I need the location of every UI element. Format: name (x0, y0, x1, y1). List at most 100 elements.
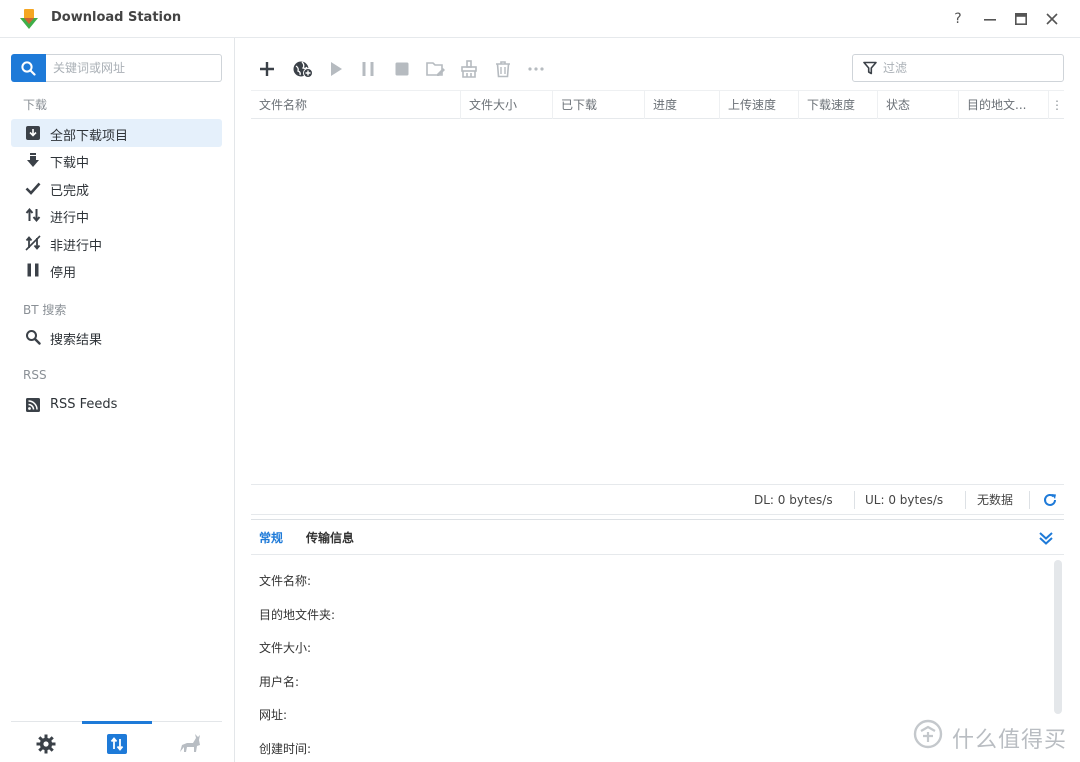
status-divider (965, 491, 966, 509)
stop-icon (395, 62, 409, 76)
inactive-icon (25, 235, 41, 251)
status-divider (854, 491, 855, 509)
download-grid-header: 文件名称 文件大小 已下载 进度 上传速度 下载速度 状态 目的地文... ⋮ (251, 90, 1064, 119)
filter-input[interactable] (883, 55, 1059, 81)
arrow-down-icon (27, 153, 39, 167)
add-url-button[interactable] (291, 58, 313, 80)
sidebar-item-active[interactable]: 进行中 (11, 201, 222, 229)
watermark-logo-icon (913, 719, 943, 749)
maximize-button[interactable] (1011, 9, 1031, 29)
field-label-created-time: 创建时间: (259, 742, 312, 756)
search-icon (21, 61, 36, 76)
no-data-status: 无数据 (977, 493, 1014, 507)
tab-general[interactable]: 常规 (259, 529, 283, 546)
tab-transfer-info[interactable]: 传输信息 (306, 529, 354, 546)
edit-destination-button[interactable] (424, 58, 446, 80)
more-button[interactable] (525, 58, 547, 80)
sidebar-item-label: 停用 (50, 266, 77, 281)
sidebar-item-completed[interactable]: 已完成 (11, 174, 222, 202)
more-icon (528, 67, 544, 71)
globe-add-icon (293, 61, 313, 78)
column-header-upload-speed[interactable]: 上传速度 (720, 91, 799, 119)
add-icon (260, 62, 274, 76)
sidebar-item-paused[interactable]: 停用 (11, 256, 222, 284)
transfer-tab-button[interactable] (82, 721, 152, 762)
stop-button[interactable] (391, 58, 413, 80)
sidebar-item-rss-feeds[interactable]: RSS Feeds (11, 391, 222, 419)
settings-button[interactable] (11, 722, 81, 762)
download-speed-status: DL: 0 bytes/s (754, 493, 833, 507)
help-button[interactable]: ? (948, 9, 968, 29)
sidebar: 下载 全部下载项目 下载中 已完成 进行中 非进行 (0, 38, 235, 762)
broom-icon (461, 60, 477, 78)
resume-button[interactable] (325, 58, 347, 80)
field-label-file-size: 文件大小: (259, 641, 312, 655)
keyword-url-input[interactable] (46, 54, 222, 82)
field-label-file-name: 文件名称: (259, 574, 312, 588)
pause-icon (27, 263, 39, 277)
close-icon (1046, 13, 1058, 25)
field-label-url: 网址: (259, 708, 288, 722)
status-divider (1029, 491, 1030, 509)
download-grid-body[interactable] (251, 119, 1064, 484)
minimize-icon (984, 19, 996, 21)
add-button[interactable] (256, 58, 278, 80)
donkey-icon (180, 734, 200, 752)
detail-scrollbar[interactable] (1054, 560, 1062, 714)
sidebar-item-label: 全部下载项目 (50, 129, 129, 144)
field-label-destination-folder: 目的地文件夹: (259, 608, 336, 622)
pause-button[interactable] (357, 58, 379, 80)
column-header-file-size[interactable]: 文件大小 (461, 91, 553, 119)
bt-emule-button[interactable] (153, 722, 223, 762)
clear-completed-button[interactable] (458, 58, 480, 80)
sidebar-item-label: 非进行中 (50, 239, 103, 254)
download-station-logo-icon (20, 9, 38, 29)
column-header-status[interactable]: 状态 (878, 91, 959, 119)
up-down-arrows-icon (25, 207, 41, 223)
sidebar-item-label: 搜索结果 (50, 333, 103, 348)
gear-icon (36, 734, 56, 754)
section-title-bt-search: BT 搜索 (23, 303, 67, 317)
section-title-rss: RSS (23, 368, 47, 382)
detail-tab-bar: 常规 传输信息 (251, 519, 1064, 555)
double-chevron-down-icon[interactable] (1038, 530, 1054, 546)
funnel-icon (863, 61, 877, 75)
minimize-button[interactable] (980, 9, 1000, 29)
check-icon (25, 182, 41, 195)
watermark: 什么值得买 (912, 718, 1072, 753)
column-header-download-speed[interactable]: 下载速度 (799, 91, 878, 119)
sidebar-item-inactive[interactable]: 非进行中 (11, 229, 222, 257)
play-icon (331, 62, 342, 76)
trash-icon (496, 61, 510, 78)
sidebar-footer (11, 721, 222, 762)
maximize-icon (1015, 13, 1027, 25)
delete-button[interactable] (492, 58, 514, 80)
search-button[interactable] (11, 54, 46, 82)
refresh-icon[interactable] (1042, 492, 1058, 508)
sidebar-item-label: 进行中 (50, 211, 90, 226)
title-bar: Download Station ? (0, 0, 1080, 38)
pause-icon (362, 62, 374, 76)
sidebar-item-all-downloads[interactable]: 全部下载项目 (11, 119, 222, 147)
transfer-icon (107, 734, 127, 754)
search-icon (26, 330, 41, 345)
column-header-file-name[interactable]: 文件名称 (251, 91, 461, 119)
upload-speed-status: UL: 0 bytes/s (865, 493, 944, 507)
sidebar-search (11, 54, 222, 82)
column-header-destination[interactable]: 目的地文... (959, 91, 1049, 119)
watermark-text: 什么值得买 (952, 728, 1068, 753)
sidebar-item-label: RSS Feeds (50, 397, 118, 412)
section-title-download: 下载 (23, 98, 48, 112)
filter-box (852, 54, 1064, 82)
column-menu-button[interactable]: ⋮ (1050, 91, 1064, 119)
sidebar-item-label: 已完成 (50, 184, 90, 199)
column-header-downloaded[interactable]: 已下载 (553, 91, 645, 119)
rss-icon (26, 398, 40, 412)
sidebar-item-label: 下载中 (50, 156, 90, 171)
column-header-progress[interactable]: 进度 (645, 91, 720, 119)
status-bar: DL: 0 bytes/s UL: 0 bytes/s 无数据 (251, 484, 1064, 515)
folder-edit-icon (426, 62, 445, 76)
sidebar-item-downloading[interactable]: 下载中 (11, 146, 222, 174)
sidebar-item-search-results[interactable]: 搜索结果 (11, 323, 222, 351)
close-button[interactable] (1042, 9, 1062, 29)
